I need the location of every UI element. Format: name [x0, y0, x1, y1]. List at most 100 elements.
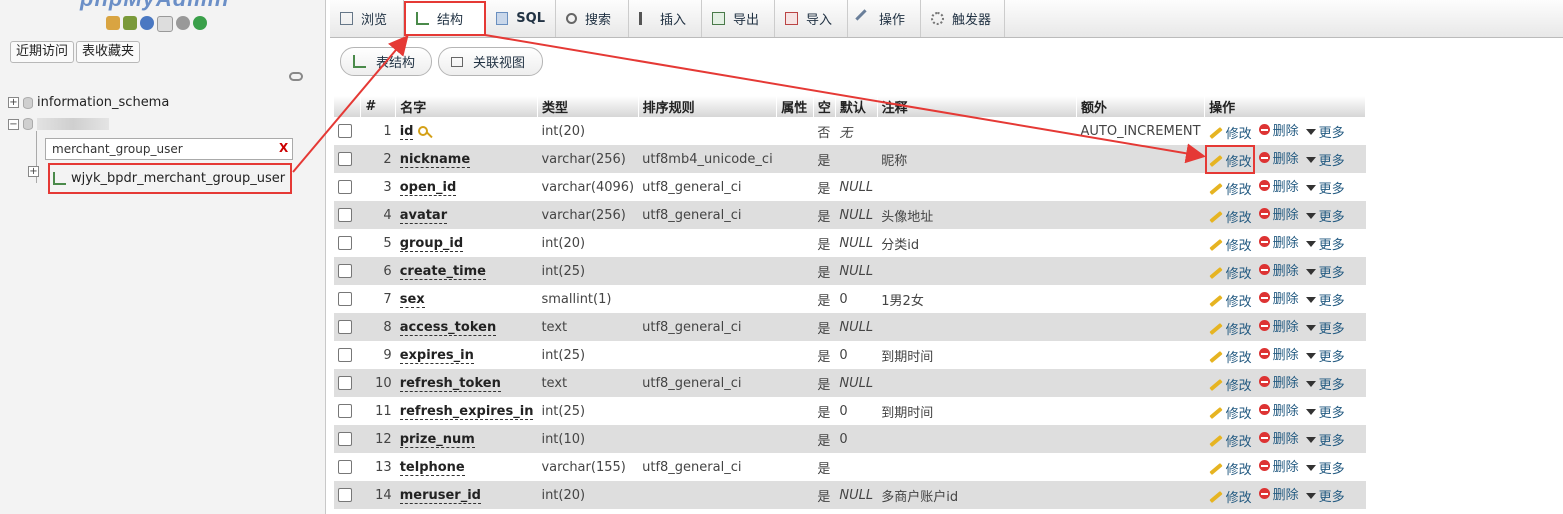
drop-button[interactable]: 删除 — [1258, 232, 1299, 251]
row-checkbox[interactable] — [338, 264, 352, 278]
drop-button[interactable]: 删除 — [1258, 204, 1299, 223]
expand-icon[interactable]: + — [28, 166, 39, 177]
tab-operations[interactable]: 操作 — [848, 0, 921, 37]
edit-button[interactable]: 修改 — [1208, 347, 1252, 366]
row-checkbox[interactable] — [338, 236, 352, 250]
reload-icon[interactable] — [193, 16, 207, 30]
more-button[interactable]: 更多 — [1305, 290, 1345, 309]
field-name[interactable]: refresh_token — [399, 375, 501, 392]
drop-button[interactable]: 删除 — [1258, 456, 1299, 475]
tab-import[interactable]: 导入 — [775, 0, 848, 37]
tree-table-item[interactable]: wjyk_bpdr_merchant_group_user — [48, 163, 292, 194]
drop-button[interactable]: 删除 — [1258, 120, 1299, 139]
more-button[interactable]: 更多 — [1305, 458, 1345, 477]
home-icon[interactable] — [106, 16, 120, 30]
edit-button[interactable]: 修改 — [1208, 263, 1252, 282]
header-comment[interactable]: 注释 — [877, 96, 1078, 117]
field-name[interactable]: telphone — [399, 459, 465, 476]
edit-button[interactable]: 修改 — [1208, 319, 1252, 338]
table-filter-input[interactable]: merchant_group_user — [45, 138, 293, 160]
edit-button[interactable]: 修改 — [1208, 123, 1252, 142]
field-name[interactable]: sex — [399, 291, 425, 308]
field-name[interactable]: avatar — [399, 207, 448, 224]
header-extra[interactable]: 额外 — [1076, 96, 1206, 117]
more-button[interactable]: 更多 — [1305, 262, 1345, 281]
gear-icon[interactable] — [176, 16, 190, 30]
row-checkbox[interactable] — [338, 292, 352, 306]
field-name[interactable]: nickname — [399, 151, 471, 168]
row-checkbox[interactable] — [338, 488, 352, 502]
tree-db-current[interactable]: − — [8, 118, 109, 130]
row-checkbox[interactable] — [338, 404, 352, 418]
more-button[interactable]: 更多 — [1305, 122, 1345, 141]
edit-button[interactable]: 修改 — [1208, 487, 1252, 506]
tab-triggers[interactable]: 触发器 — [921, 0, 1005, 37]
more-button[interactable]: 更多 — [1305, 318, 1345, 337]
field-name[interactable]: expires_in — [399, 347, 474, 364]
row-checkbox[interactable] — [338, 124, 352, 138]
field-name[interactable]: prize_num — [399, 431, 475, 448]
field-name[interactable]: refresh_expires_in — [399, 403, 534, 420]
row-checkbox[interactable] — [338, 376, 352, 390]
expand-icon[interactable]: + — [8, 97, 19, 108]
drop-button[interactable]: 删除 — [1258, 428, 1299, 447]
drop-button[interactable]: 删除 — [1258, 148, 1299, 167]
drop-button[interactable]: 删除 — [1258, 400, 1299, 419]
edit-button[interactable]: 修改 — [1208, 207, 1252, 226]
link-icon[interactable] — [289, 72, 303, 81]
row-checkbox[interactable] — [338, 180, 352, 194]
favorites-button[interactable]: 表收藏夹 — [76, 41, 141, 63]
tab-structure[interactable]: 结构 — [404, 1, 486, 36]
more-button[interactable]: 更多 — [1305, 150, 1345, 169]
more-button[interactable]: 更多 — [1305, 346, 1345, 365]
tree-db-information-schema[interactable]: + information_schema — [8, 95, 169, 110]
row-checkbox[interactable] — [338, 152, 352, 166]
row-checkbox[interactable] — [338, 208, 352, 222]
drop-button[interactable]: 删除 — [1258, 316, 1299, 335]
more-button[interactable]: 更多 — [1305, 402, 1345, 421]
drop-button[interactable]: 删除 — [1258, 484, 1299, 503]
field-name[interactable]: open_id — [399, 179, 457, 196]
help-icon[interactable] — [140, 16, 154, 30]
tab-sql[interactable]: SQL — [486, 0, 556, 37]
row-checkbox[interactable] — [338, 320, 352, 334]
tab-export[interactable]: 导出 — [702, 0, 775, 37]
recent-button[interactable]: 近期访问 — [10, 41, 75, 63]
field-name[interactable]: meruser_id — [399, 487, 481, 504]
field-name[interactable]: group_id — [399, 235, 464, 252]
drop-button[interactable]: 删除 — [1258, 288, 1299, 307]
tab-browse[interactable]: 浏览 — [330, 0, 404, 37]
edit-button[interactable]: 修改 — [1208, 375, 1252, 394]
row-checkbox[interactable] — [338, 432, 352, 446]
row-checkbox[interactable] — [338, 348, 352, 362]
header-type[interactable]: 类型 — [537, 96, 639, 117]
header-null[interactable]: 空 — [813, 96, 836, 117]
more-button[interactable]: 更多 — [1305, 486, 1345, 505]
edit-button[interactable]: 修改 — [1208, 179, 1252, 198]
clear-filter-button[interactable]: X — [279, 141, 288, 155]
header-attributes[interactable]: 属性 — [776, 96, 814, 117]
edit-button[interactable]: 修改 — [1208, 403, 1252, 422]
field-name[interactable]: id — [399, 123, 414, 140]
more-button[interactable]: 更多 — [1305, 234, 1345, 253]
edit-button[interactable]: 修改 — [1208, 235, 1252, 254]
row-checkbox[interactable] — [338, 460, 352, 474]
field-name[interactable]: create_time — [399, 263, 486, 280]
relation-view-button[interactable]: 关联视图 — [438, 47, 543, 76]
more-button[interactable]: 更多 — [1305, 430, 1345, 449]
logout-icon[interactable] — [123, 16, 137, 30]
header-name[interactable]: 名字 — [395, 96, 538, 117]
header-default[interactable]: 默认 — [835, 96, 878, 117]
field-name[interactable]: access_token — [399, 319, 497, 336]
edit-button[interactable]: 修改 — [1208, 151, 1252, 170]
drop-button[interactable]: 删除 — [1258, 260, 1299, 279]
more-button[interactable]: 更多 — [1305, 206, 1345, 225]
docs-icon[interactable] — [157, 16, 173, 32]
edit-button[interactable]: 修改 — [1208, 459, 1252, 478]
header-collation[interactable]: 排序规则 — [638, 96, 778, 117]
more-button[interactable]: 更多 — [1305, 374, 1345, 393]
drop-button[interactable]: 删除 — [1258, 372, 1299, 391]
drop-button[interactable]: 删除 — [1258, 176, 1299, 195]
collapse-icon[interactable]: − — [8, 118, 19, 130]
more-button[interactable]: 更多 — [1305, 178, 1345, 197]
